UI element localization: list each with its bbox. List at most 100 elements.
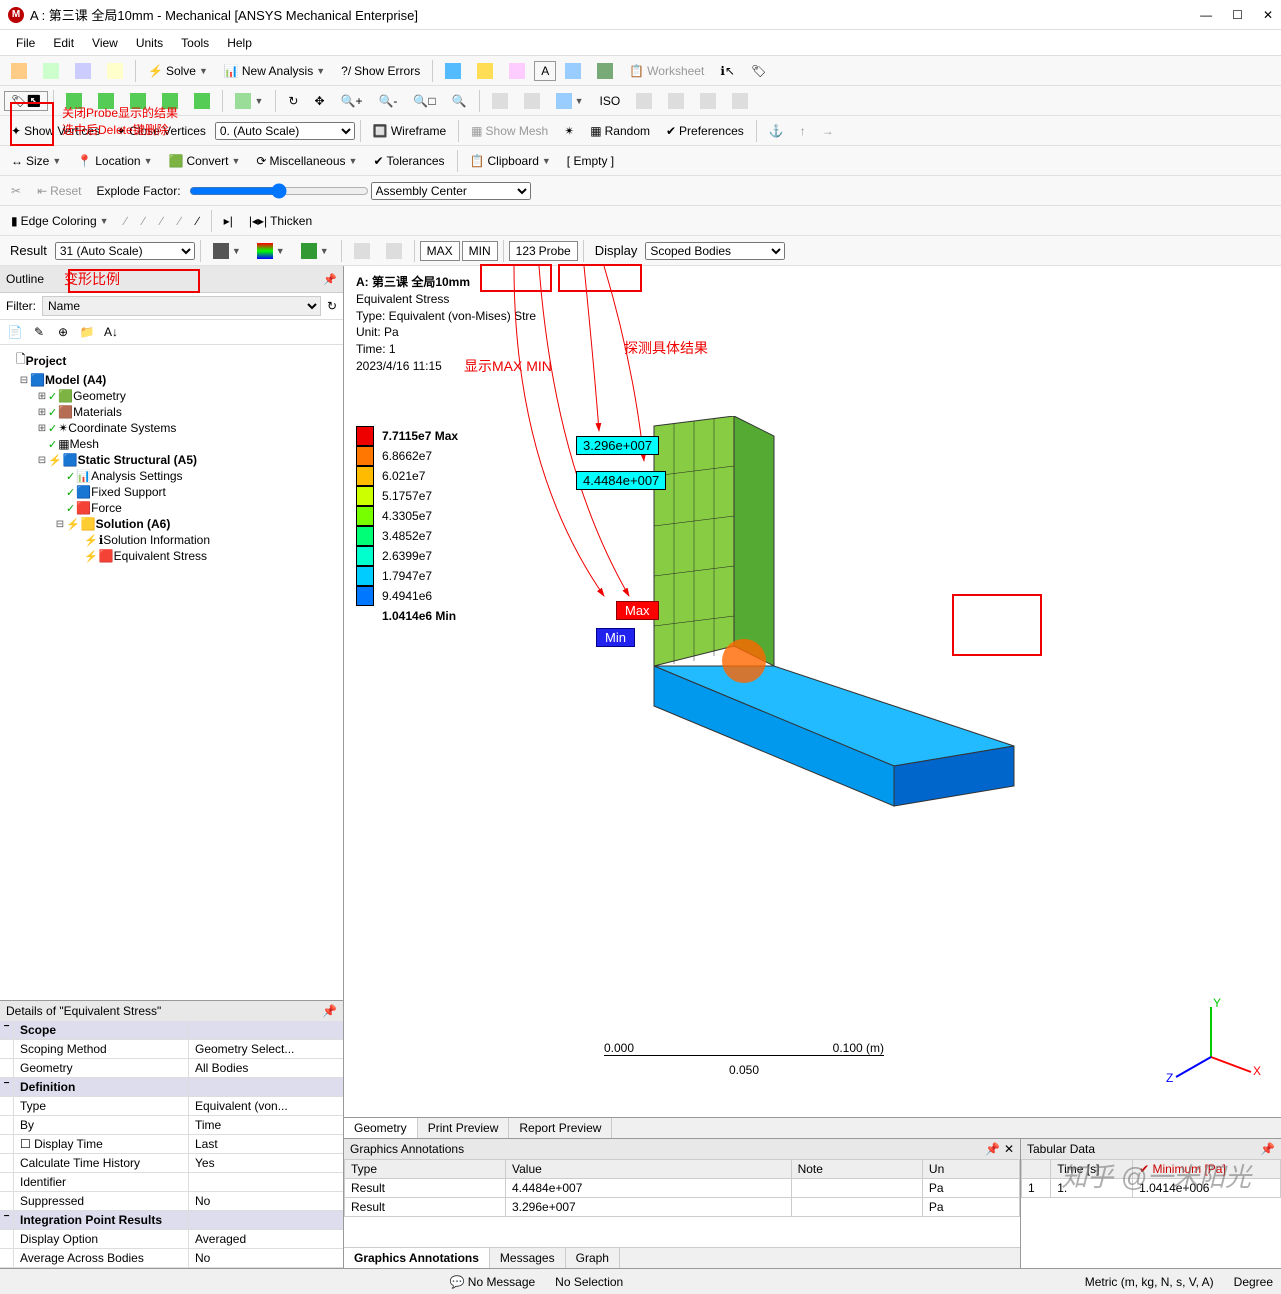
clipboard-button[interactable]: 📋Clipboard▼ bbox=[463, 151, 558, 171]
tb-icon-4[interactable]: A bbox=[534, 61, 556, 81]
sel-node-icon[interactable] bbox=[187, 90, 217, 112]
max-marker[interactable]: Max bbox=[616, 601, 659, 620]
tree-icon-1[interactable]: 📄 bbox=[6, 323, 24, 341]
thicken-marker-icon[interactable]: ▸| bbox=[217, 211, 240, 231]
prop-type-v[interactable]: Equivalent (von... bbox=[189, 1097, 343, 1115]
tab-messages[interactable]: Messages bbox=[490, 1248, 566, 1268]
tree-icon-2[interactable]: ✎ bbox=[30, 323, 48, 341]
triad-icon[interactable]: ✴ bbox=[557, 121, 581, 141]
prop-avg-across-v[interactable]: No bbox=[189, 1249, 343, 1267]
tree-solution[interactable]: ⊟⚡🟨 Solution (A6) bbox=[4, 516, 339, 532]
pan-icon[interactable]: ✥ bbox=[307, 91, 331, 111]
prop-calc-history-v[interactable]: Yes bbox=[189, 1154, 343, 1172]
explode-icon[interactable]: ✂ bbox=[4, 181, 28, 201]
ga-col-value[interactable]: Value bbox=[505, 1160, 791, 1179]
tree-materials[interactable]: ⊞✓🟫 Materials bbox=[4, 404, 339, 420]
edge-3-icon[interactable]: ∕ bbox=[154, 211, 170, 231]
convert-button[interactable]: 🟩Convert▼ bbox=[162, 151, 248, 171]
label-tool-icon[interactable]: 🏷↖ bbox=[4, 91, 48, 111]
tree-model[interactable]: ⊟🟦 Model (A4) bbox=[4, 372, 339, 388]
ga-row-2[interactable]: Result3.296e+007Pa bbox=[345, 1198, 1020, 1217]
display-select[interactable]: Scoped Bodies bbox=[645, 242, 785, 260]
assembly-center-select[interactable]: Assembly Center bbox=[371, 182, 531, 200]
preferences-button[interactable]: ✔Preferences bbox=[659, 121, 751, 141]
menu-help[interactable]: Help bbox=[219, 34, 260, 52]
result-scale-select[interactable]: 31 (Auto Scale) bbox=[55, 242, 195, 260]
prop-by-v[interactable]: Time bbox=[189, 1116, 343, 1134]
edge-2-icon[interactable]: ∕ bbox=[136, 211, 152, 231]
export-icon[interactable] bbox=[379, 240, 409, 262]
view-icon-4[interactable] bbox=[629, 90, 659, 112]
zoom-fit-icon[interactable]: 🔍□ bbox=[406, 91, 442, 111]
tb-icon-6[interactable] bbox=[590, 60, 620, 82]
show-mesh-button[interactable]: ▦Show Mesh bbox=[464, 121, 555, 141]
prop-int-point[interactable]: Integration Point Results bbox=[14, 1211, 189, 1229]
td-pin-icon[interactable]: 📌 bbox=[1260, 1142, 1275, 1156]
tree-force[interactable]: ✓🟥 Force bbox=[4, 500, 339, 516]
right-icon[interactable]: → bbox=[815, 121, 841, 141]
tb-icon-1[interactable] bbox=[438, 60, 468, 82]
contour-icon[interactable]: ▼ bbox=[250, 240, 292, 262]
tree-fixed[interactable]: ✓🟦 Fixed Support bbox=[4, 484, 339, 500]
ga-row-1[interactable]: Result4.4484e+007Pa bbox=[345, 1179, 1020, 1198]
commands-icon[interactable] bbox=[68, 60, 98, 82]
scale-select[interactable]: 0. (Auto Scale) bbox=[215, 122, 355, 140]
close-button[interactable]: ✕ bbox=[1263, 8, 1273, 22]
tree-icon-3[interactable]: ⊕ bbox=[54, 323, 72, 341]
tree-icon-4[interactable]: 📁 bbox=[78, 323, 96, 341]
rotate-icon[interactable]: ↻ bbox=[281, 91, 305, 111]
menu-view[interactable]: View bbox=[84, 34, 126, 52]
tb-icon-5[interactable] bbox=[558, 60, 588, 82]
probe-value-1[interactable]: 3.296e+007 bbox=[576, 436, 659, 455]
menu-tools[interactable]: Tools bbox=[173, 34, 217, 52]
minimize-button[interactable]: — bbox=[1200, 8, 1212, 22]
details-pin-icon[interactable]: 📌 bbox=[322, 1004, 337, 1018]
probe-cursor-icon[interactable] bbox=[347, 240, 377, 262]
status-units[interactable]: Metric (m, kg, N, s, V, A) bbox=[1085, 1275, 1214, 1289]
tree-eq-stress[interactable]: ⚡🟥 Equivalent Stress bbox=[4, 548, 339, 564]
thicken-button[interactable]: |◂▸|Thicken bbox=[242, 211, 319, 231]
min-marker[interactable]: Min bbox=[596, 628, 635, 647]
misc-button[interactable]: ⟳Miscellaneous▼ bbox=[249, 151, 364, 171]
cursor-mode-icon[interactable]: ▼ bbox=[228, 90, 270, 112]
orientation-triad[interactable]: Y X Z bbox=[1161, 997, 1261, 1097]
prop-display-time-v[interactable]: Last bbox=[189, 1135, 343, 1153]
menu-units[interactable]: Units bbox=[128, 34, 171, 52]
filter-clear-icon[interactable]: ↻ bbox=[327, 299, 337, 313]
max-button[interactable]: MAX bbox=[420, 241, 460, 261]
view-icon-5[interactable] bbox=[661, 90, 691, 112]
tab-graphics-annotations[interactable]: Graphics Annotations bbox=[344, 1248, 490, 1268]
prop-definition[interactable]: Definition bbox=[14, 1078, 189, 1096]
prop-scoping-method-v[interactable]: Geometry Select... bbox=[189, 1040, 343, 1058]
geom-shade-icon[interactable]: ▼ bbox=[206, 240, 248, 262]
zoom-out-icon[interactable]: 🔍- bbox=[371, 91, 404, 111]
tb-icon-2[interactable] bbox=[470, 60, 500, 82]
edge-4-icon[interactable]: ∕ bbox=[172, 211, 188, 231]
tree-static[interactable]: ⊟⚡🟦 Static Structural (A5) bbox=[4, 452, 339, 468]
tab-report-preview[interactable]: Report Preview bbox=[509, 1118, 612, 1138]
up-icon[interactable]: ↑ bbox=[793, 121, 813, 141]
filter-select[interactable]: Name bbox=[42, 296, 321, 316]
reset-button[interactable]: ⇤Reset bbox=[30, 181, 88, 201]
prop-scope[interactable]: Scope bbox=[14, 1021, 189, 1039]
tree-geometry[interactable]: ⊞✓🟩 Geometry bbox=[4, 388, 339, 404]
tree-project[interactable]: 🗋 Project bbox=[4, 349, 339, 372]
zoom-box-icon[interactable]: 🔍 bbox=[445, 91, 474, 111]
view-icon-7[interactable] bbox=[725, 90, 755, 112]
show-errors-button[interactable]: ?/Show Errors bbox=[334, 61, 427, 81]
view-icon-3[interactable]: ▼ bbox=[549, 90, 591, 112]
size-button[interactable]: ↔Size▼ bbox=[4, 151, 68, 171]
tab-geometry[interactable]: Geometry bbox=[344, 1118, 418, 1138]
zoom-in-icon[interactable]: 🔍+ bbox=[334, 91, 370, 111]
probe-value-2[interactable]: 4.4484e+007 bbox=[576, 471, 666, 490]
view-icon-2[interactable] bbox=[517, 90, 547, 112]
section-plane-icon[interactable] bbox=[4, 60, 34, 82]
prop-suppressed-v[interactable]: No bbox=[189, 1192, 343, 1210]
worksheet-button[interactable]: 📋Worksheet bbox=[622, 61, 711, 81]
tree-analysis-settings[interactable]: ✓📊 Analysis Settings bbox=[4, 468, 339, 484]
tree-icon-5[interactable]: A↓ bbox=[102, 323, 120, 341]
tab-print-preview[interactable]: Print Preview bbox=[418, 1118, 510, 1138]
anchor-icon[interactable]: ⚓ bbox=[762, 121, 791, 141]
iso-view-icon[interactable]: ISO bbox=[592, 91, 627, 111]
ga-pin-icon[interactable]: 📌 bbox=[985, 1142, 1000, 1156]
